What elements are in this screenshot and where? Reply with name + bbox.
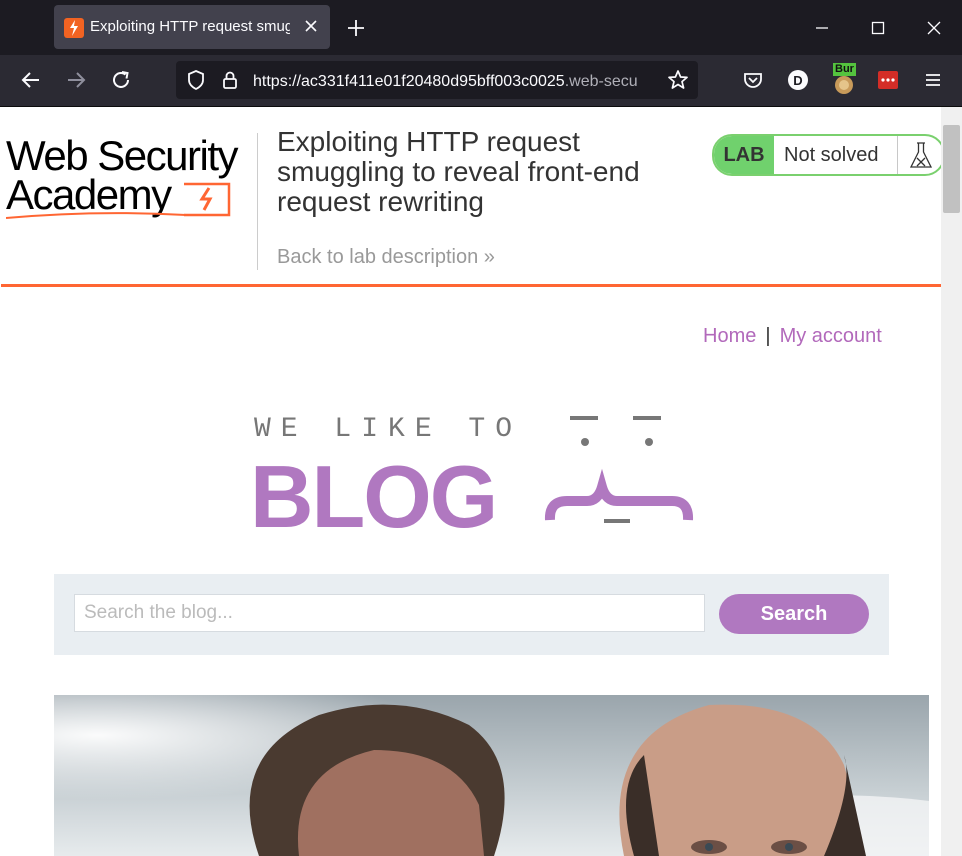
close-window-icon[interactable] — [918, 12, 950, 44]
banner-word: BLOG — [250, 447, 496, 537]
home-link[interactable]: Home — [703, 325, 756, 347]
minimize-window-icon[interactable] — [806, 12, 838, 44]
reload-icon[interactable] — [108, 67, 134, 93]
header-divider — [257, 133, 258, 270]
shield-icon[interactable] — [184, 68, 208, 92]
password-manager-icon[interactable] — [875, 67, 901, 93]
new-tab-plus-icon[interactable] — [342, 14, 370, 42]
maximize-window-icon[interactable] — [862, 12, 894, 44]
search-form: Search — [54, 574, 889, 655]
extension-badge: Bur — [833, 63, 856, 76]
url-main: https://ac331f411e01f20480d95bff003c0025 — [253, 73, 565, 90]
blog-post-image[interactable] — [54, 695, 929, 856]
pocket-icon[interactable] — [740, 67, 766, 93]
address-bar[interactable]: https://ac331f411e01f20480d95bff003c0025… — [176, 61, 698, 99]
hamburger-menu-icon[interactable] — [920, 67, 946, 93]
we-like-to-blog-banner: WE LIKE TO BLOG — [247, 407, 697, 546]
flask-icon — [897, 136, 941, 174]
browser-toolbar: https://ac331f411e01f20480d95bff003c0025… — [0, 55, 962, 107]
search-input[interactable] — [74, 594, 705, 632]
browser-tab[interactable]: Exploiting HTTP request smuggl — [54, 5, 330, 49]
scrollbar-thumb[interactable] — [943, 125, 960, 213]
tab-title: Exploiting HTTP request smuggl — [90, 18, 290, 35]
page-scrollbar[interactable] — [941, 107, 962, 856]
portswigger-bolt-icon — [64, 18, 84, 38]
my-account-link[interactable]: My account — [780, 325, 882, 347]
lab-status-text: Not solved — [784, 144, 879, 166]
web-security-academy-logo[interactable]: Web Security Academy — [5, 132, 256, 222]
lab-status-badge: LAB Not solved — [712, 134, 941, 176]
back-arrow-icon[interactable] — [18, 67, 44, 93]
lab-title: Exploiting HTTP request smuggling to rev… — [277, 126, 640, 217]
back-to-lab-description-link[interactable]: Back to lab description » — [277, 246, 495, 269]
lock-icon[interactable] — [218, 68, 242, 92]
site-nav: Home | My account — [703, 325, 882, 348]
face-emoticon-icon — [544, 416, 694, 523]
lab-label: LAB — [714, 136, 774, 174]
url-tail: .web-secu — [564, 73, 638, 90]
url-text[interactable]: https://ac331f411e01f20480d95bff003c0025… — [253, 72, 658, 91]
browser-titlebar: Exploiting HTTP request smuggl — [0, 0, 962, 55]
bookmark-star-icon[interactable] — [666, 68, 690, 92]
back-link-label: Back to lab description — [277, 246, 479, 268]
banner-tagline: WE LIKE TO — [254, 414, 522, 445]
close-tab-icon[interactable] — [300, 15, 322, 37]
forward-arrow-icon[interactable] — [63, 67, 89, 93]
double-chevron-right-icon: » — [483, 246, 495, 268]
academy-header: Web Security Academy Exploiting HTTP req… — [1, 107, 941, 287]
search-button[interactable]: Search — [719, 594, 869, 634]
svg-text:D: D — [793, 73, 802, 88]
burp-extension-icon[interactable]: Bur — [830, 63, 860, 97]
logo-line2: Academy — [6, 171, 172, 218]
nav-separator: | — [765, 325, 771, 347]
page-content: Web Security Academy Exploiting HTTP req… — [1, 107, 941, 856]
account-avatar-icon[interactable]: D — [785, 67, 811, 93]
